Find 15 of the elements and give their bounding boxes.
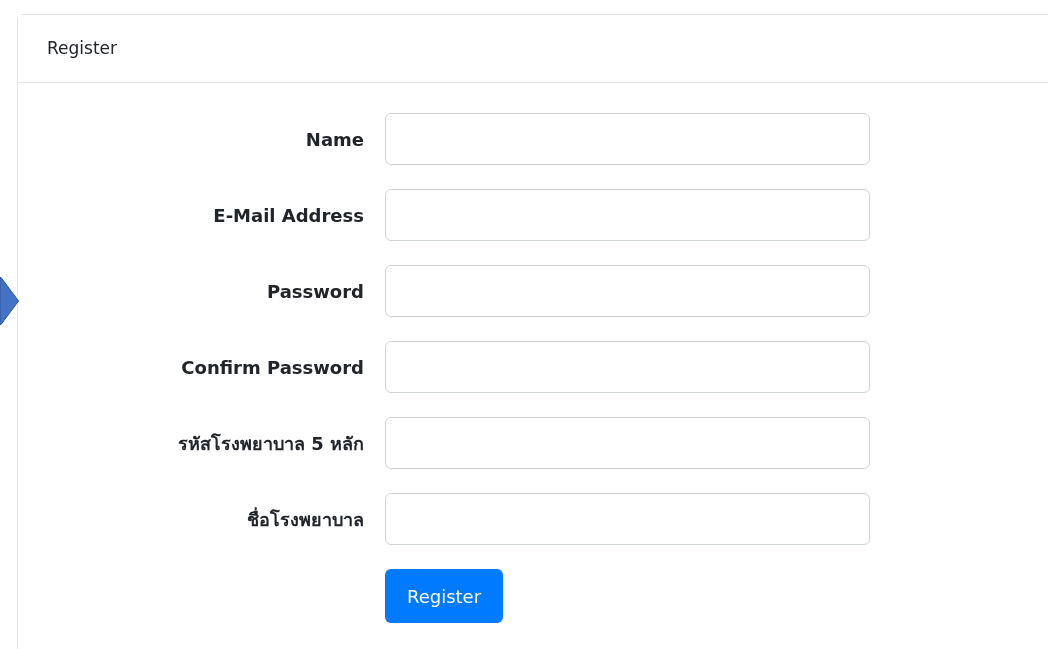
input-field[interactable] [385, 341, 870, 393]
input-field[interactable] [385, 265, 870, 317]
field-label: Confirm Password [181, 355, 364, 380]
input-field[interactable] [385, 113, 870, 165]
field-label: Password [266, 279, 364, 304]
arrow-shape-icon [0, 277, 19, 325]
input-field[interactable] [385, 493, 870, 545]
field-label: E-Mail Address [213, 203, 364, 228]
field-label: รหัสโรงพยาบาล 5 หลัก [177, 431, 364, 456]
register-button[interactable]: Register [385, 569, 503, 623]
card-title: Register [47, 36, 117, 60]
field-label: Name [305, 127, 364, 152]
input-field[interactable] [385, 189, 870, 241]
field-label: ชื่อโรงพยาบาล [247, 506, 364, 532]
input-field[interactable] [385, 417, 870, 469]
